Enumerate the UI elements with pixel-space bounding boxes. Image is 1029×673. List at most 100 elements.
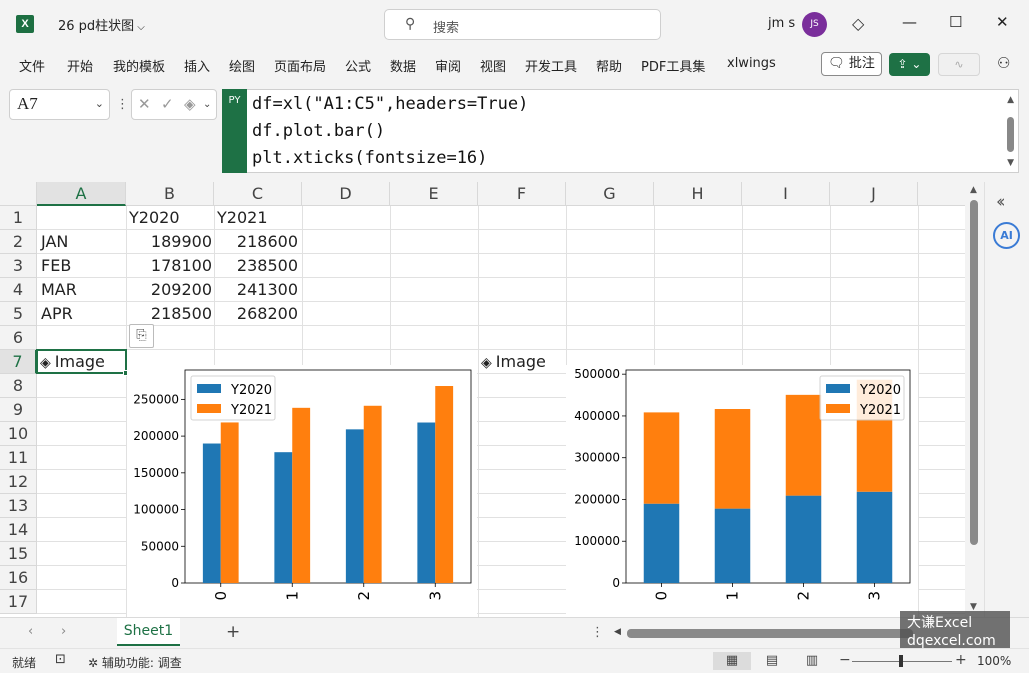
column-header-a[interactable]: A — [37, 182, 126, 206]
row-header[interactable]: 11 — [0, 446, 37, 470]
menu-formulas[interactable]: 公式 — [345, 56, 371, 75]
row-header[interactable]: 16 — [0, 566, 37, 590]
zoom-in-icon[interactable]: + — [955, 652, 967, 668]
add-sheet-icon[interactable]: + — [226, 622, 240, 642]
scroll-up-icon[interactable]: ▲ — [1007, 95, 1014, 105]
page-break-view-button[interactable]: ▥ — [793, 652, 831, 670]
column-header-j[interactable]: J — [830, 182, 918, 206]
cell-c2[interactable]: 218600 — [214, 230, 298, 254]
menu-pdf-tools[interactable]: PDF工具集 — [641, 56, 705, 75]
row-header[interactable]: 1 — [0, 206, 37, 230]
share-button[interactable]: ⇪ ⌄ — [889, 53, 930, 76]
column-header-i[interactable]: I — [742, 182, 830, 206]
close-button[interactable]: ✕ — [996, 13, 1009, 31]
copilot-person-icon[interactable]: ⚇ — [997, 54, 1010, 72]
prev-sheet-icon[interactable]: ‹ — [28, 624, 33, 639]
paste-options-icon[interactable]: ⎘ — [129, 324, 154, 348]
row-header[interactable]: 14 — [0, 518, 37, 542]
formula-input[interactable]: df=xl("A1:C5",headers=True) df.plot.bar(… — [247, 89, 1019, 173]
sheet-tab-sheet1[interactable]: Sheet1 — [117, 618, 180, 646]
row-header[interactable]: 7 — [0, 350, 37, 374]
comments-button[interactable]: 🗨 批注 — [821, 52, 882, 76]
macro-record-icon[interactable]: ⊡ — [55, 652, 66, 667]
cell-a2[interactable]: JAN — [41, 230, 68, 254]
cell-a5[interactable]: APR — [41, 302, 73, 326]
avatar[interactable]: JS — [802, 12, 827, 37]
menu-view[interactable]: 视图 — [480, 56, 506, 75]
maximize-button[interactable]: ☐ — [949, 13, 962, 31]
search-box[interactable]: ⚲ 搜索 — [384, 9, 661, 40]
more-options-icon[interactable]: ⋮ — [116, 97, 129, 112]
cell-c4[interactable]: 241300 — [214, 278, 298, 302]
row-header[interactable]: 2 — [0, 230, 37, 254]
row-header[interactable]: 6 — [0, 326, 37, 350]
select-all-corner[interactable] — [0, 182, 37, 206]
row-header[interactable]: 4 — [0, 278, 37, 302]
column-header-c[interactable]: C — [214, 182, 302, 206]
column-header-h[interactable]: H — [654, 182, 742, 206]
cell-b4[interactable]: 209200 — [126, 278, 212, 302]
column-header-g[interactable]: G — [566, 182, 654, 206]
ai-assistant-icon[interactable]: AI — [993, 222, 1020, 249]
zoom-slider-knob[interactable] — [899, 655, 903, 667]
premium-diamond-icon[interactable]: ◇ — [852, 14, 864, 33]
enter-icon[interactable]: ✓ — [161, 95, 174, 113]
scroll-left-icon[interactable]: ◀ — [614, 627, 621, 637]
zoom-level[interactable]: 100% — [977, 654, 1011, 668]
page-layout-view-button[interactable]: ▤ — [753, 652, 791, 670]
scroll-down-icon[interactable]: ▼ — [1007, 158, 1014, 168]
minimize-button[interactable]: — — [902, 13, 917, 31]
active-cell-a7[interactable] — [36, 349, 129, 376]
cell-c1[interactable]: Y2021 — [217, 206, 268, 230]
menu-page-layout[interactable]: 页面布局 — [274, 56, 326, 75]
menu-home[interactable]: 开始 — [67, 56, 93, 75]
menu-insert[interactable]: 插入 — [184, 56, 210, 75]
user-name[interactable]: jm s — [768, 16, 795, 31]
row-header[interactable]: 13 — [0, 494, 37, 518]
grouped-bar-chart-image[interactable]: 0 50000 100000 150000 200000 250000 0 1 2 3 Y2020 Y… — [127, 365, 477, 617]
row-header[interactable]: 15 — [0, 542, 37, 566]
row-header[interactable]: 9 — [0, 398, 37, 422]
row-header[interactable]: 5 — [0, 302, 37, 326]
name-box[interactable]: A7 ⌄ — [9, 89, 110, 120]
vertical-scrollbar-thumb[interactable] — [970, 200, 978, 545]
accessibility-status[interactable]: ✲ 辅助功能: 调查 — [88, 654, 182, 671]
menu-help[interactable]: 帮助 — [596, 56, 622, 75]
image-cell-label[interactable]: ◈ Image — [481, 352, 546, 371]
scroll-up-icon[interactable]: ▲ — [970, 185, 977, 195]
menu-draw[interactable]: 绘图 — [229, 56, 255, 75]
cell-c5[interactable]: 268200 — [214, 302, 298, 326]
menu-review[interactable]: 审阅 — [435, 56, 461, 75]
row-header[interactable]: 8 — [0, 374, 37, 398]
cell-b3[interactable]: 178100 — [126, 254, 212, 278]
more-options-icon[interactable]: ⋮ — [591, 625, 604, 640]
menu-xlwings[interactable]: xlwings — [727, 56, 776, 71]
column-header-k[interactable]: K — [918, 182, 965, 206]
worksheet-grid[interactable]: A B C D E F G H I J K 1 2 3 4 5 6 7 8 9 … — [0, 182, 965, 617]
zoom-out-icon[interactable]: − — [839, 652, 851, 668]
column-header-b[interactable]: B — [126, 182, 214, 206]
formula-scrollbar-thumb[interactable] — [1007, 117, 1014, 152]
row-header[interactable]: 10 — [0, 422, 37, 446]
column-header-e[interactable]: E — [390, 182, 478, 206]
normal-view-button[interactable]: ▦ — [713, 652, 751, 670]
cancel-icon[interactable]: ✕ — [138, 95, 151, 113]
column-header-f[interactable]: F — [478, 182, 566, 206]
vertical-scrollbar[interactable]: ▲ ▼ — [966, 182, 983, 617]
next-sheet-icon[interactable]: › — [61, 624, 66, 639]
cell-b2[interactable]: 189900 — [126, 230, 212, 254]
cell-a4[interactable]: MAR — [41, 278, 77, 302]
column-header-d[interactable]: D — [302, 182, 390, 206]
chevron-down-icon[interactable]: ⌄ — [203, 99, 211, 110]
cell-a3[interactable]: FEB — [41, 254, 71, 278]
row-header[interactable]: 3 — [0, 254, 37, 278]
activity-button[interactable]: ∿ — [938, 53, 980, 76]
menu-my-templates[interactable]: 我的模板 — [113, 56, 165, 75]
cell-c3[interactable]: 238500 — [214, 254, 298, 278]
menu-developer[interactable]: 开发工具 — [525, 56, 577, 75]
layers-icon[interactable]: ◈ — [184, 95, 196, 113]
menu-file[interactable]: 文件 — [19, 56, 45, 75]
row-header[interactable]: 12 — [0, 470, 37, 494]
menu-data[interactable]: 数据 — [390, 56, 416, 75]
collapse-pane-icon[interactable]: ‹‹ — [996, 192, 1005, 212]
